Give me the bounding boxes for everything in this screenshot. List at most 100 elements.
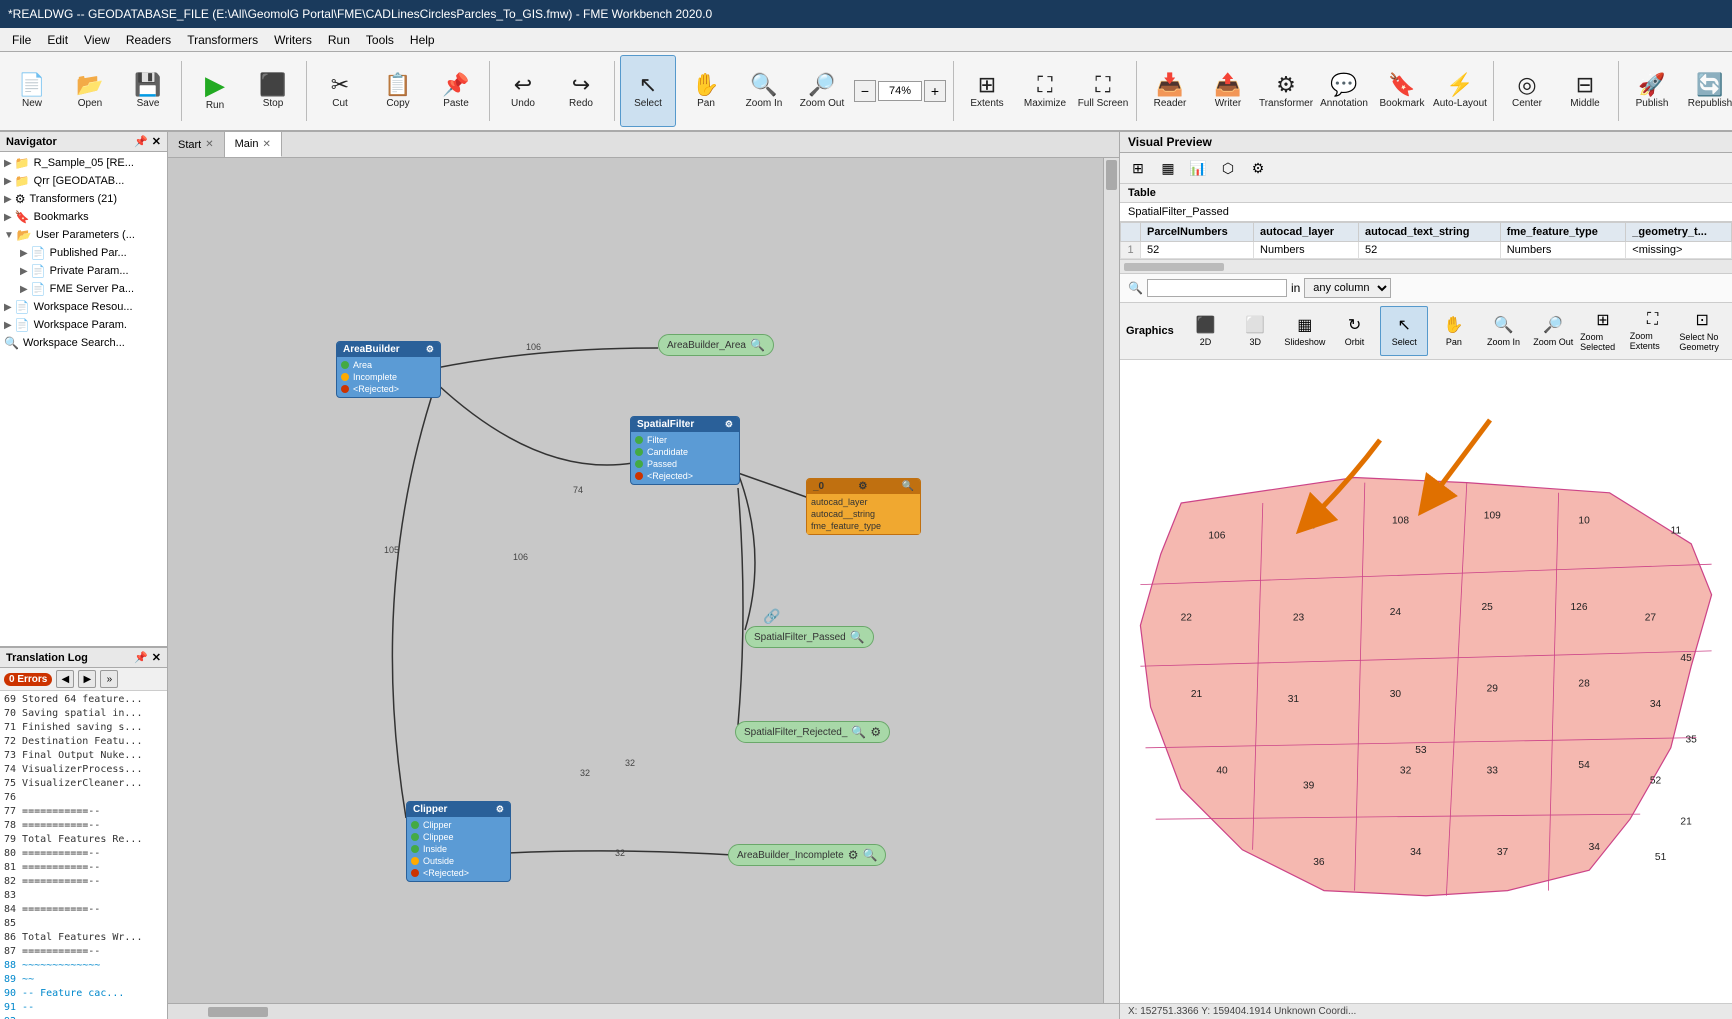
table-row[interactable]: 1 52 Numbers 52 Numbers <missing> <box>1121 242 1732 259</box>
scrollbar-thumb[interactable] <box>1124 263 1224 271</box>
zoom-input[interactable] <box>878 81 922 101</box>
gfx-zoomout-button[interactable]: 🔎 Zoom Out <box>1529 306 1577 356</box>
nav-item-bookmarks[interactable]: ▶ 🔖 Bookmarks <box>0 208 167 226</box>
menu-file[interactable]: File <box>4 31 39 49</box>
nav-item-fme-server[interactable]: ▶ 📄 FME Server Pa... <box>0 280 167 298</box>
undo-button[interactable]: ↩ Undo <box>495 55 551 127</box>
transformer-button[interactable]: ⚙ Transformer <box>1258 55 1314 127</box>
autolayout-button[interactable]: ⚡ Auto-Layout <box>1432 55 1488 127</box>
nav-item-user-params[interactable]: ▼ 📂 User Parameters (... <box>0 226 167 244</box>
open-button[interactable]: 📂 Open <box>62 55 118 127</box>
bookmark-button[interactable]: 🔖 Bookmark <box>1374 55 1430 127</box>
tab-main-close[interactable]: ✕ <box>262 139 270 150</box>
gfx-orbit-button[interactable]: ↻ Orbit <box>1331 306 1379 356</box>
zoomin-button[interactable]: 🔍 Zoom In <box>736 55 792 127</box>
stop-button[interactable]: ⬛ Stop <box>245 55 301 127</box>
scrollbar-thumb[interactable] <box>1106 160 1117 190</box>
menu-transformers[interactable]: Transformers <box>179 31 266 49</box>
navigator-pin[interactable]: 📌 <box>134 135 148 148</box>
feature-zoom-icon[interactable]: 🔍 <box>750 338 765 352</box>
zoom-minus[interactable]: − <box>854 80 876 102</box>
vp-col-autocad-layer[interactable]: autocad_layer <box>1254 223 1359 242</box>
zoom-plus[interactable]: + <box>924 80 946 102</box>
vp-geometry-mode[interactable]: ⬡ <box>1214 155 1242 181</box>
feature-settings-icon[interactable]: ⚙ <box>870 725 881 739</box>
feature-areabuilder-area[interactable]: AreaBuilder_Area 🔍 <box>658 334 774 356</box>
log-next-btn[interactable]: ▶ <box>78 670 96 688</box>
gfx-select-button[interactable]: ↖ Select <box>1380 306 1428 356</box>
nav-item-ws-resource[interactable]: ▶ 📄 Workspace Resou... <box>0 298 167 316</box>
annotation-button[interactable]: 💬 Annotation <box>1316 55 1372 127</box>
menu-tools[interactable]: Tools <box>358 31 402 49</box>
maximize-button[interactable]: ⛶ Maximize <box>1017 55 1073 127</box>
vp-col-fme-feature-type[interactable]: fme_feature_type <box>1500 223 1626 242</box>
menu-run[interactable]: Run <box>320 31 358 49</box>
feature-zoom-icon[interactable]: ⚙ <box>848 848 859 862</box>
menu-edit[interactable]: Edit <box>39 31 76 49</box>
spatialfilter-node[interactable]: SpatialFilter ⚙ Filter Candidate Passed <box>630 416 740 485</box>
log-content[interactable]: 69 Stored 64 feature... 70 Saving spatia… <box>0 691 167 1019</box>
vp-column-select[interactable]: any column <box>1304 278 1391 298</box>
vp-table-scrollbar[interactable] <box>1120 260 1732 274</box>
gfx-2d-button[interactable]: ⬛ 2D <box>1182 306 1230 356</box>
middle-button[interactable]: ⊟ Middle <box>1557 55 1613 127</box>
areabuilder-node[interactable]: AreaBuilder ⚙ Area Incomplete <Rejected> <box>336 341 441 398</box>
feature-zoom-icon[interactable]: 🔍 <box>851 725 866 739</box>
gfx-zoomextents-button[interactable]: ⛶ Zoom Extents <box>1629 306 1677 356</box>
navigator-close[interactable]: ✕ <box>152 135 161 148</box>
nav-item-published[interactable]: ▶ 📄 Published Par... <box>0 244 167 262</box>
log-pin[interactable]: 📌 <box>134 651 148 664</box>
pan-button[interactable]: ✋ Pan <box>678 55 734 127</box>
gfx-3d-button[interactable]: ⬜ 3D <box>1231 306 1279 356</box>
publish-button[interactable]: 🚀 Publish <box>1624 55 1680 127</box>
vp-col-autocad-text[interactable]: autocad_text_string <box>1358 223 1500 242</box>
save-button[interactable]: 💾 Save <box>120 55 176 127</box>
center-button[interactable]: ◎ Center <box>1499 55 1555 127</box>
vp-options[interactable]: ⚙ <box>1244 155 1272 181</box>
feature-spatialfilter-passed[interactable]: SpatialFilter_Passed 🔍 <box>745 626 874 648</box>
vp-feature-mode[interactable]: ▦ <box>1154 155 1182 181</box>
cut-button[interactable]: ✂ Cut <box>312 55 368 127</box>
fullscreen-button[interactable]: ⛶ Full Screen <box>1075 55 1131 127</box>
republish-button[interactable]: 🔄 Republish <box>1682 55 1732 127</box>
vp-statistics-mode[interactable]: 📊 <box>1184 155 1212 181</box>
tab-start[interactable]: Start ✕ <box>168 132 225 157</box>
vp-col-parcelnumbers[interactable]: ParcelNumbers <box>1141 223 1254 242</box>
nav-item-ws-param[interactable]: ▶ 📄 Workspace Param. <box>0 316 167 334</box>
areabuilder-settings-icon[interactable]: ⚙ <box>426 344 434 355</box>
vp-col-geometry[interactable]: _geometry_t... <box>1626 223 1732 242</box>
select-button[interactable]: ↖ Select <box>620 55 676 127</box>
extents-button[interactable]: ⊞ Extents <box>959 55 1015 127</box>
nav-item-private[interactable]: ▶ 📄 Private Param... <box>0 262 167 280</box>
copy-button[interactable]: 📋 Copy <box>370 55 426 127</box>
log-close[interactable]: ✕ <box>152 651 161 664</box>
tab-main[interactable]: Main ✕ <box>225 132 282 157</box>
run-button[interactable]: ▶ Run <box>187 55 243 127</box>
zoomout-button[interactable]: 🔎 Zoom Out <box>794 55 850 127</box>
workspace-canvas[interactable]: 106 74 106 32 32 32 105 AreaBuilder ⚙ Ar… <box>168 158 1119 1003</box>
nav-item-transformers[interactable]: ▶ ⚙ Transformers (21) <box>0 190 167 208</box>
feature-spatialfilter-rejected[interactable]: SpatialFilter_Rejected_ 🔍 ⚙ <box>735 721 890 743</box>
feature-zoom-icon2[interactable]: 🔍 <box>863 848 878 862</box>
vp-table-mode[interactable]: ⊞ <box>1124 155 1152 181</box>
gfx-selectnogeom-button[interactable]: ⊡ Select No Geometry <box>1678 306 1726 356</box>
redo-button[interactable]: ↪ Redo <box>553 55 609 127</box>
canvas-scrollbar-right[interactable] <box>1103 158 1119 1003</box>
paste-button[interactable]: 📌 Paste <box>428 55 484 127</box>
gfx-zoomselected-button[interactable]: ⊞ Zoom Selected <box>1579 306 1627 356</box>
clipper-node[interactable]: Clipper ⚙ Clipper Clippee Inside <box>406 801 511 882</box>
gfx-pan-button[interactable]: ✋ Pan <box>1430 306 1478 356</box>
writer-settings-icon[interactable]: ⚙ <box>858 481 867 492</box>
canvas-scrollbar-bottom[interactable] <box>168 1003 1119 1019</box>
feature-zoom-icon[interactable]: 🔍 <box>850 630 865 644</box>
writer-zoom-icon[interactable]: 🔍 <box>902 481 914 492</box>
clipper-settings-icon[interactable]: ⚙ <box>496 804 504 815</box>
nav-item-r-sample[interactable]: ▶ 📁 R_Sample_05 [RE... <box>0 154 167 172</box>
reader-button[interactable]: 📥 Reader <box>1142 55 1198 127</box>
vp-search-input[interactable] <box>1147 279 1287 297</box>
menu-readers[interactable]: Readers <box>118 31 179 49</box>
writer-node-0[interactable]: _0 ⚙ 🔍 autocad_layer autocad__string fme… <box>806 478 921 535</box>
log-more-btn[interactable]: » <box>100 670 118 688</box>
new-button[interactable]: 📄 New <box>4 55 60 127</box>
gfx-slideshow-button[interactable]: ▦ Slideshow <box>1281 306 1329 356</box>
